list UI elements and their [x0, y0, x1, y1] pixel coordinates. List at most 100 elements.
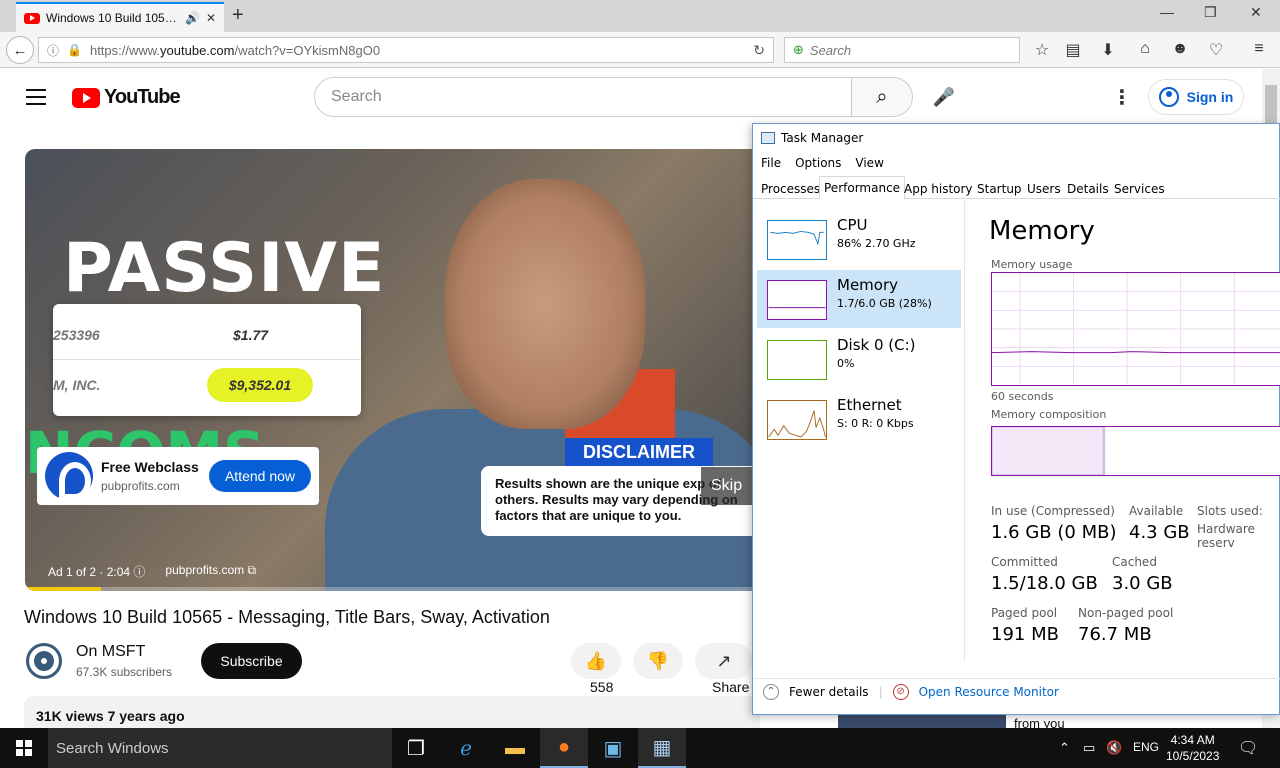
dislike-button[interactable]: 👎: [633, 643, 683, 679]
subscribe-button[interactable]: Subscribe: [201, 643, 302, 679]
recommended-thumbnail[interactable]: [838, 713, 1006, 728]
video-overlay-passive: PASSIVE: [63, 229, 386, 308]
tab-users[interactable]: Users: [1023, 179, 1065, 199]
video-frame-presenter: [445, 179, 645, 429]
committed-label: Committed: [991, 555, 1058, 569]
tab-performance[interactable]: Performance: [819, 176, 906, 200]
ad-banner[interactable]: Free Webclass pubprofits.com Attend now: [37, 447, 319, 505]
back-button[interactable]: ←: [6, 36, 34, 64]
search-icon: ⌕: [876, 85, 888, 108]
menu-options[interactable]: Options: [795, 156, 841, 170]
info-icon[interactable]: ⓘ: [47, 42, 59, 59]
edge-app[interactable]: ℯ: [442, 728, 490, 768]
taskbar-search-text: Search Windows: [56, 739, 169, 757]
reload-icon[interactable]: ↻: [753, 42, 765, 59]
lock-icon: 🔒: [67, 43, 82, 57]
sign-in-button[interactable]: Sign in: [1148, 79, 1244, 115]
thumbs-up-icon: 👍: [584, 650, 608, 671]
close-tab-icon[interactable]: ✕: [206, 11, 216, 25]
like-button[interactable]: 👍: [571, 643, 621, 679]
tab-startup[interactable]: Startup: [973, 179, 1026, 199]
disclaimer-banner: DISCLAIMER: [565, 438, 713, 466]
perf-item-cpu[interactable]: CPU 86% 2.70 GHz: [757, 210, 961, 268]
guide-menu-icon[interactable]: [26, 89, 46, 110]
restore-icon[interactable]: ❐: [1204, 4, 1217, 21]
file-explorer-app[interactable]: ▬: [491, 728, 539, 768]
fewer-details-link[interactable]: Fewer details: [789, 685, 869, 699]
menu-view[interactable]: View: [855, 156, 883, 170]
chat-icon[interactable]: ☻: [1170, 40, 1190, 58]
browser-tab-active[interactable]: Windows 10 Build 105… 🔊 ✕: [16, 2, 224, 32]
taskbar-search[interactable]: Search Windows: [48, 728, 392, 768]
youtube-logo[interactable]: YouTube: [72, 86, 181, 109]
show-hidden-icons[interactable]: ⌃: [1059, 740, 1070, 756]
open-resource-monitor-link[interactable]: Open Resource Monitor: [919, 685, 1059, 699]
browser-search-box[interactable]: ⊕ Search: [784, 37, 1020, 63]
menu-file[interactable]: File: [761, 156, 781, 170]
voice-search-button[interactable]: 🎤: [924, 77, 964, 117]
taskbar-clock[interactable]: 4:34 AM 10/5/2023: [1166, 732, 1219, 764]
home-icon[interactable]: ⌂: [1135, 40, 1155, 58]
firefox-app[interactable]: ●: [540, 728, 588, 768]
memory-composition-label: Memory composition: [991, 408, 1107, 421]
video-title: Windows 10 Build 10565 - Messaging, Titl…: [24, 607, 550, 627]
perf-name-disk: Disk 0 (C:): [837, 336, 916, 354]
minimize-icon[interactable]: —: [1160, 4, 1174, 20]
attend-now-button[interactable]: Attend now: [209, 460, 311, 492]
slots-used-label: Slots used:: [1197, 504, 1263, 518]
task-manager-titlebar[interactable]: Task Manager: [761, 131, 863, 145]
start-button[interactable]: [0, 728, 48, 768]
speaker-icon[interactable]: 🔊: [185, 11, 200, 25]
tab-details[interactable]: Details: [1063, 179, 1113, 199]
ad-progress-bar[interactable]: [25, 587, 785, 591]
more-options-icon[interactable]: ⋮: [1112, 85, 1132, 110]
channel-avatar[interactable]: [26, 643, 62, 679]
url-text[interactable]: https://www.youtube.com/watch?v=OYkismN8…: [90, 43, 745, 58]
control-panel-app[interactable]: ▣: [589, 728, 637, 768]
task-view-button[interactable]: ❐: [392, 728, 440, 768]
cached-label: Cached: [1112, 555, 1157, 569]
tab-app-history[interactable]: App history: [900, 179, 977, 199]
thumbs-down-icon: 👎: [646, 650, 670, 671]
scrollbar-thumb[interactable]: [1265, 85, 1277, 127]
input-language[interactable]: ENG: [1133, 740, 1159, 754]
notifications-icon[interactable]: 🗨: [1238, 738, 1258, 758]
pocket-icon[interactable]: ♡: [1206, 40, 1226, 60]
chevron-up-icon[interactable]: ⌃: [763, 683, 779, 700]
share-button[interactable]: ↗: [695, 643, 753, 679]
youtube-search-button[interactable]: ⌕: [851, 77, 913, 117]
url-bar[interactable]: ⓘ 🔒 https://www.youtube.com/watch?v=OYki…: [38, 37, 774, 63]
card-row2-b: $9,352.01: [207, 368, 313, 402]
cpu-sparkline: [767, 220, 827, 260]
description-box[interactable]: 31K views 7 years ago: [24, 696, 760, 728]
clock-time: 4:34 AM: [1170, 733, 1215, 747]
perf-item-disk[interactable]: Disk 0 (C:) 0%: [757, 330, 961, 388]
download-icon[interactable]: ⬇: [1098, 40, 1118, 60]
channel-name[interactable]: On MSFT: [76, 643, 145, 661]
video-player[interactable]: PASSIVE 253396 $1.77 M, INC. $9,352.01 N…: [25, 149, 785, 591]
perf-value-ethernet: S: 0 R: 0 Kbps: [837, 417, 914, 430]
memory-composition-bar: [991, 426, 1280, 476]
volume-muted-icon[interactable]: 🔇: [1106, 740, 1122, 756]
browser-search-placeholder: Search: [809, 42, 852, 58]
committed-value: 1.5/18.0 GB: [991, 573, 1098, 594]
ad-link[interactable]: pubprofits.com ⧉: [165, 563, 256, 580]
share-icon: ↗: [716, 650, 732, 671]
menu-icon[interactable]: ≡: [1249, 40, 1269, 58]
youtube-search-input[interactable]: Search: [314, 77, 852, 117]
perf-item-ethernet[interactable]: Ethernet S: 0 R: 0 Kbps: [757, 390, 961, 448]
tab-services[interactable]: Services: [1110, 179, 1169, 199]
close-window-icon[interactable]: ✕: [1250, 4, 1262, 21]
tab-processes[interactable]: Processes: [757, 179, 824, 199]
network-icon[interactable]: ▭: [1083, 740, 1095, 756]
perf-value-cpu: 86% 2.70 GHz: [837, 237, 916, 250]
task-manager-app[interactable]: ▦: [638, 728, 686, 768]
reading-list-icon[interactable]: ▤: [1063, 40, 1083, 60]
subscriber-count: 67.3K subscribers: [76, 665, 173, 679]
clock-date: 10/5/2023: [1166, 749, 1220, 763]
new-tab-button[interactable]: +: [232, 5, 244, 25]
info-icon[interactable]: ⓘ: [133, 565, 145, 579]
perf-item-memory[interactable]: Memory 1.7/6.0 GB (28%): [757, 270, 961, 328]
task-manager-window[interactable]: Task Manager File Options View Processes…: [752, 123, 1280, 715]
bookmark-star-icon[interactable]: ☆: [1032, 40, 1052, 60]
